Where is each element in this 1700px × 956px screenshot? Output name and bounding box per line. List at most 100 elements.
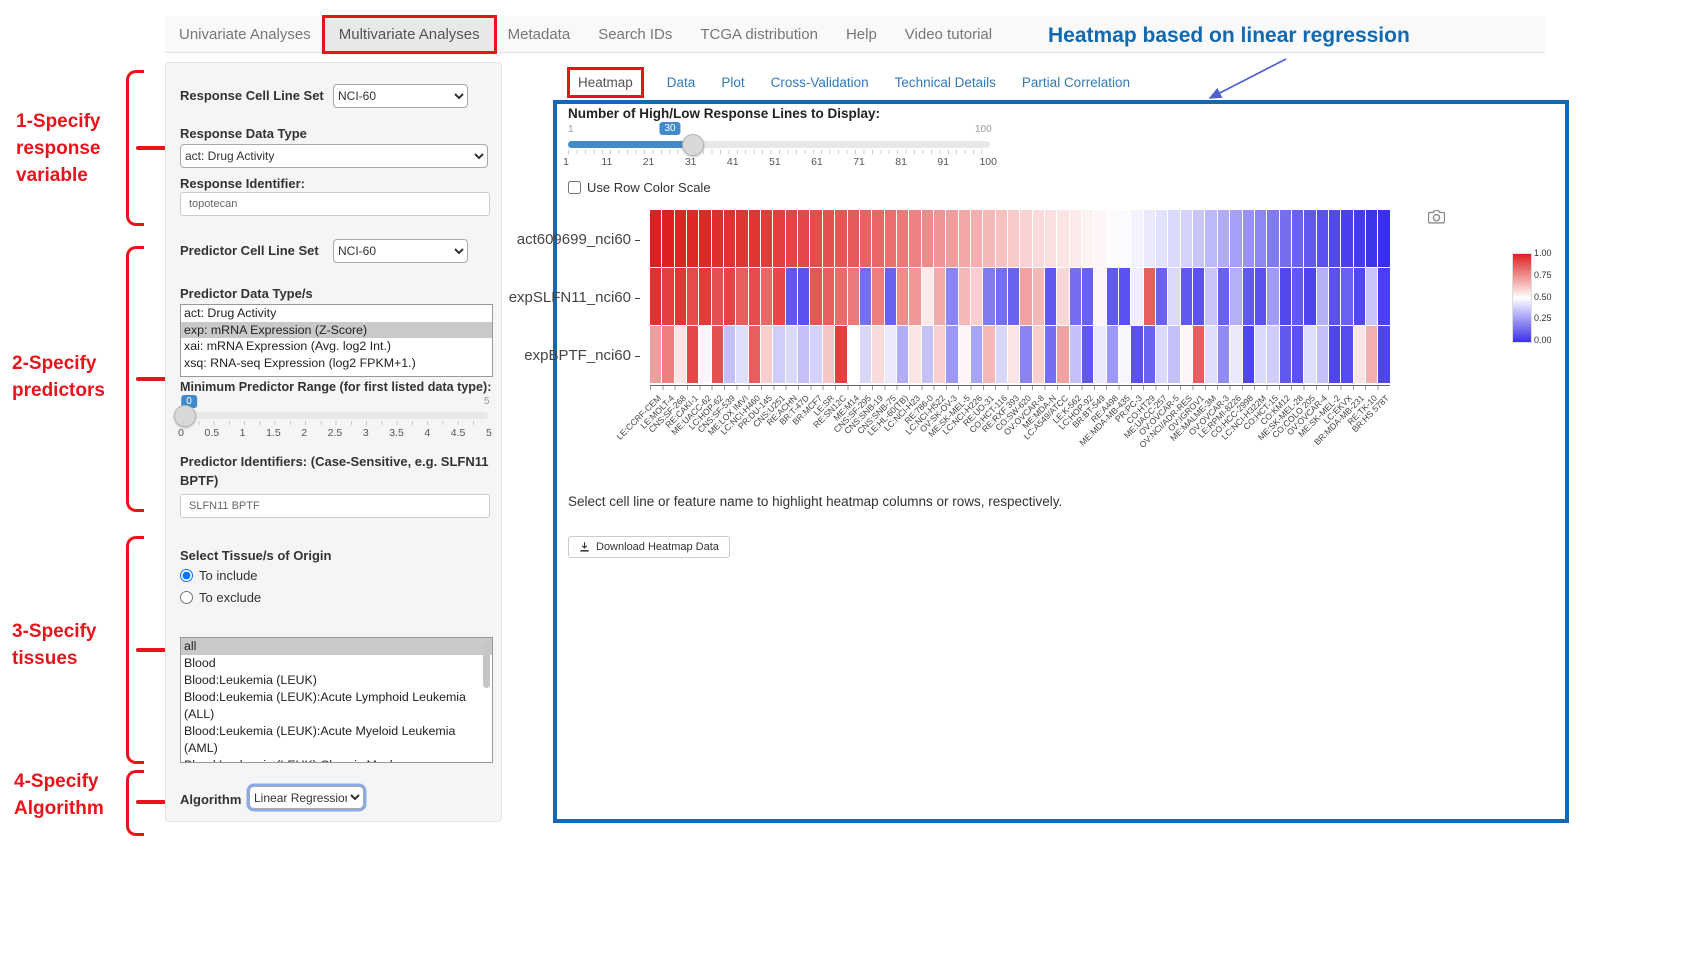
tab-heatmap[interactable]: Heatmap xyxy=(570,70,641,95)
heatmap-cell[interactable] xyxy=(1292,326,1303,383)
heatmap-cell[interactable] xyxy=(909,210,920,267)
heatmap-cell[interactable] xyxy=(1366,268,1377,325)
heatmap-cell[interactable] xyxy=(983,268,994,325)
heatmap-cell[interactable] xyxy=(675,326,686,383)
heatmap-cell[interactable] xyxy=(1131,268,1142,325)
tissue-include-radio-input[interactable] xyxy=(180,569,193,582)
heatmap-cell[interactable] xyxy=(1082,326,1093,383)
tissue-exclude-radio[interactable]: To exclude xyxy=(180,590,261,605)
heatmap-cell[interactable] xyxy=(1304,326,1315,383)
heatmap-cell[interactable] xyxy=(761,210,772,267)
heatmap-cell[interactable] xyxy=(786,326,797,383)
heatmap-cell[interactable] xyxy=(1107,210,1118,267)
heatmap-cell[interactable] xyxy=(1292,210,1303,267)
heatmap-cell[interactable] xyxy=(1119,268,1130,325)
heatmap-cell[interactable] xyxy=(1045,268,1056,325)
heatmap-cell[interactable] xyxy=(934,326,945,383)
heatmap-cell[interactable] xyxy=(773,268,784,325)
heatmap-cell[interactable] xyxy=(798,326,809,383)
heatmap-cell[interactable] xyxy=(885,210,896,267)
heatmap-cell[interactable] xyxy=(1304,268,1315,325)
heatmap-cell[interactable] xyxy=(835,326,846,383)
heatmap-cell[interactable] xyxy=(675,268,686,325)
algorithm-select[interactable]: Linear Regression xyxy=(249,786,364,809)
heatmap-cell[interactable] xyxy=(860,326,871,383)
heatmap-cell[interactable] xyxy=(1280,210,1291,267)
heatmap-cell[interactable] xyxy=(1193,326,1204,383)
heatmap-cell[interactable] xyxy=(946,326,957,383)
heatmap-row-label[interactable]: expBPTF_nci60 xyxy=(500,347,640,364)
nav-item-search-ids[interactable]: Search IDs xyxy=(584,18,686,51)
heatmap-cell[interactable] xyxy=(1181,210,1192,267)
heatmap-cell[interactable] xyxy=(662,210,673,267)
heatmap-cell[interactable] xyxy=(946,268,957,325)
heatmap-cell[interactable] xyxy=(1082,210,1093,267)
heatmap-cell[interactable] xyxy=(835,210,846,267)
heatmap-cell[interactable] xyxy=(983,210,994,267)
heatmap-cell[interactable] xyxy=(761,268,772,325)
heatmap-cell[interactable] xyxy=(699,326,710,383)
heatmap-cell[interactable] xyxy=(810,326,821,383)
heatmap-cell[interactable] xyxy=(1033,268,1044,325)
heatmap-cell[interactable] xyxy=(773,210,784,267)
tab-plot[interactable]: Plot xyxy=(721,75,744,90)
tissue-option[interactable]: Blood:Leukemia (LEUK):Acute Lymphoid Leu… xyxy=(181,689,492,723)
heatmap-cell[interactable] xyxy=(1020,210,1031,267)
tab-partial-correlation[interactable]: Partial Correlation xyxy=(1022,75,1130,90)
heatmap-row-label[interactable]: expSLFN11_nci60 xyxy=(500,289,640,306)
heatmap-cell[interactable] xyxy=(1366,326,1377,383)
heatmap-cell[interactable] xyxy=(1033,326,1044,383)
heatmap-cell[interactable] xyxy=(971,210,982,267)
heatmap-cell[interactable] xyxy=(823,210,834,267)
heatmap-row-label[interactable]: act609699_nci60 xyxy=(500,231,640,248)
download-heatmap-data-button[interactable]: Download Heatmap Data xyxy=(568,536,730,558)
heatmap-cell[interactable] xyxy=(810,210,821,267)
heatmap-cell[interactable] xyxy=(1119,210,1130,267)
heatmap-cell[interactable] xyxy=(1168,210,1179,267)
heatmap-cell[interactable] xyxy=(1144,268,1155,325)
heatmap-cell[interactable] xyxy=(1094,326,1105,383)
heatmap-cell[interactable] xyxy=(1218,326,1229,383)
heatmap-cell[interactable] xyxy=(1070,210,1081,267)
heatmap-cell[interactable] xyxy=(1205,268,1216,325)
heatmap-cell[interactable] xyxy=(959,268,970,325)
heatmap-cell[interactable] xyxy=(1243,268,1254,325)
heatmap-cell[interactable] xyxy=(1131,326,1142,383)
heatmap-cell[interactable] xyxy=(810,268,821,325)
min-range-slider-track[interactable] xyxy=(183,412,488,419)
heatmap-cell[interactable] xyxy=(1267,326,1278,383)
heatmap-cell[interactable] xyxy=(1094,268,1105,325)
heatmap-cell[interactable] xyxy=(1168,268,1179,325)
heatmap-cell[interactable] xyxy=(1230,210,1241,267)
heatmap-cell[interactable] xyxy=(934,210,945,267)
tissue-option[interactable]: all xyxy=(181,638,492,655)
row-color-scale-checkbox[interactable]: Use Row Color Scale xyxy=(568,180,711,195)
heatmap-cell[interactable] xyxy=(1317,268,1328,325)
heatmap-cell[interactable] xyxy=(1070,326,1081,383)
heatmap-cell[interactable] xyxy=(1181,326,1192,383)
heatmap-cell[interactable] xyxy=(761,326,772,383)
heatmap-cell[interactable] xyxy=(922,326,933,383)
heatmap-cell[interactable] xyxy=(749,268,760,325)
heatmap-cell[interactable] xyxy=(699,268,710,325)
heatmap-cell[interactable] xyxy=(848,326,859,383)
nav-item-tcga-distribution[interactable]: TCGA distribution xyxy=(686,18,832,51)
heatmap-cell[interactable] xyxy=(996,326,1007,383)
heatmap-cell[interactable] xyxy=(1329,326,1340,383)
heatmap-cell[interactable] xyxy=(662,326,673,383)
heatmap-cell[interactable] xyxy=(1243,326,1254,383)
heatmap-cell[interactable] xyxy=(736,326,747,383)
heatmap-cell[interactable] xyxy=(724,326,735,383)
heatmap-cell[interactable] xyxy=(724,210,735,267)
predictor-data-types-listbox[interactable]: act: Drug Activityexp: mRNA Expression (… xyxy=(180,304,493,377)
heatmap-cell[interactable] xyxy=(650,326,661,383)
response-identifier-input[interactable] xyxy=(180,192,490,216)
heatmap-cell[interactable] xyxy=(687,210,698,267)
heatmap-cell[interactable] xyxy=(798,268,809,325)
heatmap-cell[interactable] xyxy=(1354,210,1365,267)
heatmap-cell[interactable] xyxy=(736,268,747,325)
heatmap-cell[interactable] xyxy=(823,268,834,325)
heatmap-cell[interactable] xyxy=(996,210,1007,267)
heatmap-cell[interactable] xyxy=(1317,210,1328,267)
nav-item-multivariate-analyses[interactable]: Multivariate Analyses xyxy=(325,18,494,51)
